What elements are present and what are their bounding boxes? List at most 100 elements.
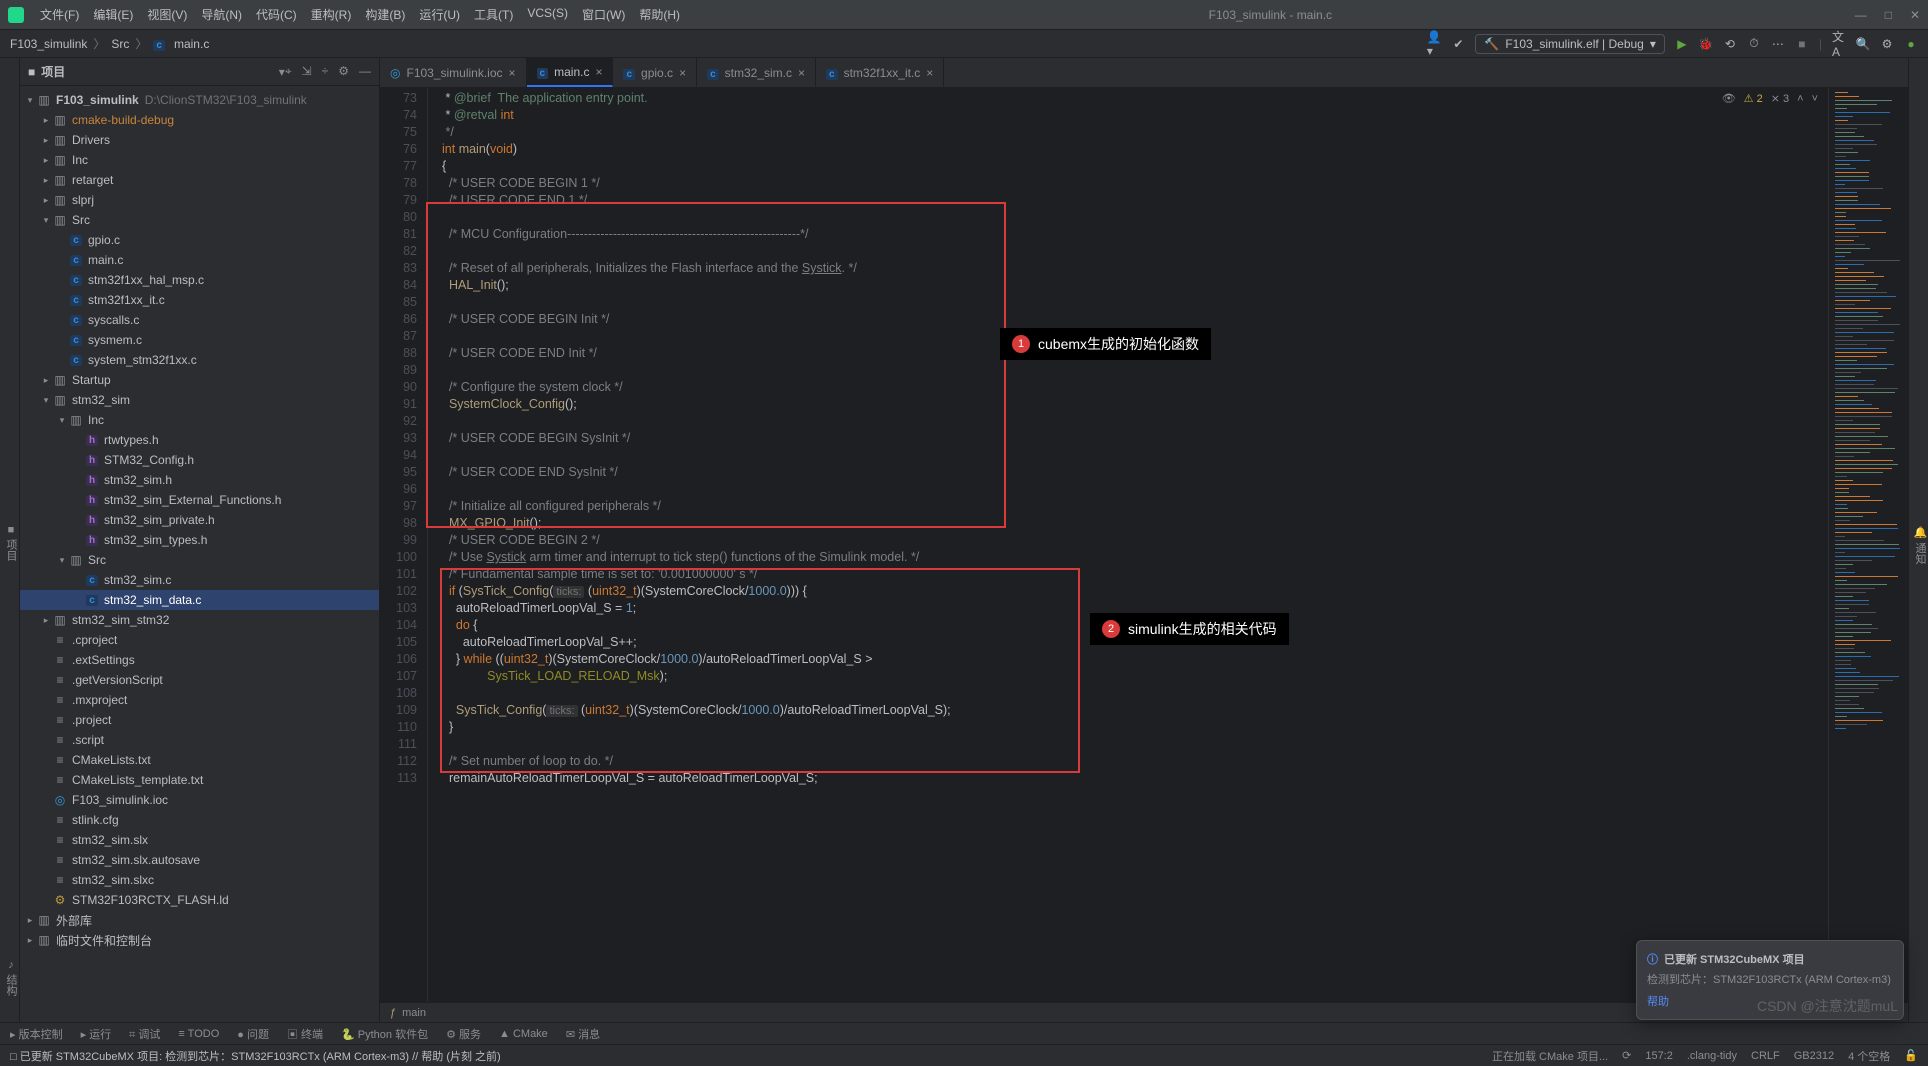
tree-item[interactable]: CMakeLists.txt <box>20 750 379 770</box>
menu-item[interactable]: 运行(U) <box>413 3 466 26</box>
tree-item[interactable]: F103_simulink.ioc <box>20 790 379 810</box>
hide-icon[interactable]: — <box>359 64 371 79</box>
tree-item[interactable]: STM32_Config.h <box>20 450 379 470</box>
menu-item[interactable]: 代码(C) <box>250 3 303 26</box>
toolwindow-button[interactable]: ≡ TODO <box>178 1028 219 1040</box>
tree-item[interactable]: ▾Src <box>20 210 379 230</box>
debug-icon[interactable]: 🐞 <box>1699 37 1713 51</box>
tree-item[interactable]: ▾Src <box>20 550 379 570</box>
tree-item[interactable]: system_stm32f1xx.c <box>20 350 379 370</box>
expand-icon[interactable]: ⇲ <box>302 64 312 79</box>
tree-item[interactable]: ▸Startup <box>20 370 379 390</box>
pin-icon[interactable]: ✔ <box>1451 37 1465 51</box>
tree-item[interactable]: ▸临时文件和控制台 <box>20 930 379 950</box>
locate-icon[interactable]: ⌖ <box>285 64 292 79</box>
tab-close-icon[interactable]: × <box>509 66 516 80</box>
tree-item[interactable]: stm32_sim.c <box>20 570 379 590</box>
tree-item[interactable]: ▸slprj <box>20 190 379 210</box>
editor-tab[interactable]: stm32_sim.c× <box>697 58 816 87</box>
toolwindow-button[interactable]: ▲ CMake <box>499 1028 548 1040</box>
run-icon[interactable]: ▶ <box>1675 37 1689 51</box>
tree-item[interactable]: stm32_sim.slx.autosave <box>20 850 379 870</box>
notification-popup[interactable]: ⓘ已更新 STM32CubeMX 项目 检测到芯片：STM32F103RCTx … <box>1636 940 1904 1020</box>
tree-item[interactable]: ▸Drivers <box>20 130 379 150</box>
toolwindow-button[interactable]: 🐍 Python 软件包 <box>341 1026 428 1042</box>
tree-item[interactable]: syscalls.c <box>20 310 379 330</box>
stop-icon[interactable]: ■ <box>1795 37 1809 51</box>
chevron-down-icon[interactable]: ˅ <box>1812 93 1818 105</box>
inspection-widget[interactable]: 👁 ⚠ 2 ⨯ 3 ˄ ˅ <box>1722 92 1818 105</box>
menu-item[interactable]: 构建(B) <box>359 3 411 26</box>
tree-item[interactable]: stm32_sim.slxc <box>20 870 379 890</box>
code-area[interactable]: * @brief The application entry point. * … <box>428 88 1828 1002</box>
tree-item[interactable]: stm32f1xx_it.c <box>20 290 379 310</box>
menu-item[interactable]: 帮助(H) <box>633 3 686 26</box>
maximize-icon[interactable]: □ <box>1885 8 1892 22</box>
tree-item[interactable]: stm32_sim_private.h <box>20 510 379 530</box>
minimap[interactable] <box>1828 88 1908 1002</box>
toolwindow-button[interactable]: ▣ 终端 <box>287 1026 323 1042</box>
menu-item[interactable]: 工具(T) <box>468 3 519 26</box>
toolwindow-button[interactable]: ▸ 运行 <box>81 1026 112 1042</box>
avatar-icon[interactable]: ● <box>1904 37 1918 51</box>
menu-item[interactable]: 重构(R) <box>305 3 358 26</box>
menu-item[interactable]: VCS(S) <box>521 3 574 26</box>
tree-item[interactable]: sysmem.c <box>20 330 379 350</box>
tree-item[interactable]: .mxproject <box>20 690 379 710</box>
tab-close-icon[interactable]: × <box>926 66 933 80</box>
menu-item[interactable]: 编辑(E) <box>87 3 139 26</box>
tree-item[interactable]: ▸stm32_sim_stm32 <box>20 610 379 630</box>
toolwindow-button[interactable]: ▸ 版本控制 <box>10 1026 63 1042</box>
breadcrumb-item[interactable]: main.c <box>174 37 209 51</box>
tree-item[interactable]: ▸外部库 <box>20 910 379 930</box>
tree-item[interactable]: gpio.c <box>20 230 379 250</box>
encoding[interactable]: GB2312 <box>1794 1050 1834 1062</box>
project-viewmode-icon[interactable]: ■ <box>28 65 35 79</box>
tree-item[interactable]: .getVersionScript <box>20 670 379 690</box>
attach-icon[interactable]: ⋯ <box>1771 37 1785 51</box>
search-icon[interactable]: 🔍 <box>1856 37 1870 51</box>
tree-item[interactable]: ▸cmake-build-debug <box>20 110 379 130</box>
tab-close-icon[interactable]: × <box>595 65 602 79</box>
breadcrumb-item[interactable]: Src <box>111 37 129 51</box>
user-icon[interactable]: 👤▾ <box>1427 37 1441 51</box>
tree-item[interactable]: .cproject <box>20 630 379 650</box>
tab-close-icon[interactable]: × <box>798 66 805 80</box>
tree-item[interactable]: ▸retarget <box>20 170 379 190</box>
readonly-icon[interactable]: 🔓 <box>1904 1049 1918 1062</box>
editor-tab[interactable]: gpio.c× <box>613 58 697 87</box>
indent[interactable]: 4 个空格 <box>1848 1048 1890 1064</box>
coverage-icon[interactable]: ⟲ <box>1723 37 1737 51</box>
editor-tab[interactable]: main.c× <box>527 58 614 87</box>
tree-item[interactable]: stm32f1xx_hal_msp.c <box>20 270 379 290</box>
breadcrumb-item[interactable]: F103_simulink <box>10 37 87 51</box>
editor-tab[interactable]: stm32f1xx_it.c× <box>816 58 944 87</box>
toolwindow-button[interactable]: ⚙ 服务 <box>446 1026 481 1042</box>
gear-icon[interactable]: ⚙ <box>338 64 349 79</box>
settings-icon[interactable]: ⚙ <box>1880 37 1894 51</box>
run-config-selector[interactable]: 🔨 F103_simulink.elf | Debug ▾ <box>1475 34 1665 54</box>
minimize-icon[interactable]: — <box>1855 8 1867 22</box>
tree-item[interactable]: rtwtypes.h <box>20 430 379 450</box>
tree-item[interactable]: .project <box>20 710 379 730</box>
tree-item[interactable]: ▸Inc <box>20 150 379 170</box>
tree-item[interactable]: CMakeLists_template.txt <box>20 770 379 790</box>
project-tree[interactable]: ▾ F103_simulink D:\ClionSTM32\F103_simul… <box>20 86 379 1022</box>
close-icon[interactable]: ✕ <box>1910 8 1920 22</box>
menu-item[interactable]: 窗口(W) <box>576 3 631 26</box>
tree-item[interactable]: stm32_sim_data.c <box>20 590 379 610</box>
editor-tab[interactable]: F103_simulink.ioc× <box>380 58 527 87</box>
project-toolwindow-button[interactable]: ■ 项目 <box>3 524 19 561</box>
tree-item[interactable]: .extSettings <box>20 650 379 670</box>
notifications-toolwindow-button[interactable]: 🔔 通知 <box>1912 526 1928 564</box>
toolwindow-button[interactable]: ⌗ 调试 <box>129 1026 160 1042</box>
tree-item[interactable]: stm32_sim.h <box>20 470 379 490</box>
clang-tidy[interactable]: .clang-tidy <box>1687 1050 1737 1062</box>
tree-item[interactable]: stm32_sim_types.h <box>20 530 379 550</box>
structure-toolwindow-button[interactable]: ♪ 结构 <box>3 959 19 996</box>
tree-item[interactable]: .script <box>20 730 379 750</box>
profile-icon[interactable]: ⏱ <box>1747 37 1761 51</box>
tree-item[interactable]: stlink.cfg <box>20 810 379 830</box>
toolwindow-button[interactable]: ● 问题 <box>237 1026 269 1042</box>
tab-close-icon[interactable]: × <box>679 66 686 80</box>
